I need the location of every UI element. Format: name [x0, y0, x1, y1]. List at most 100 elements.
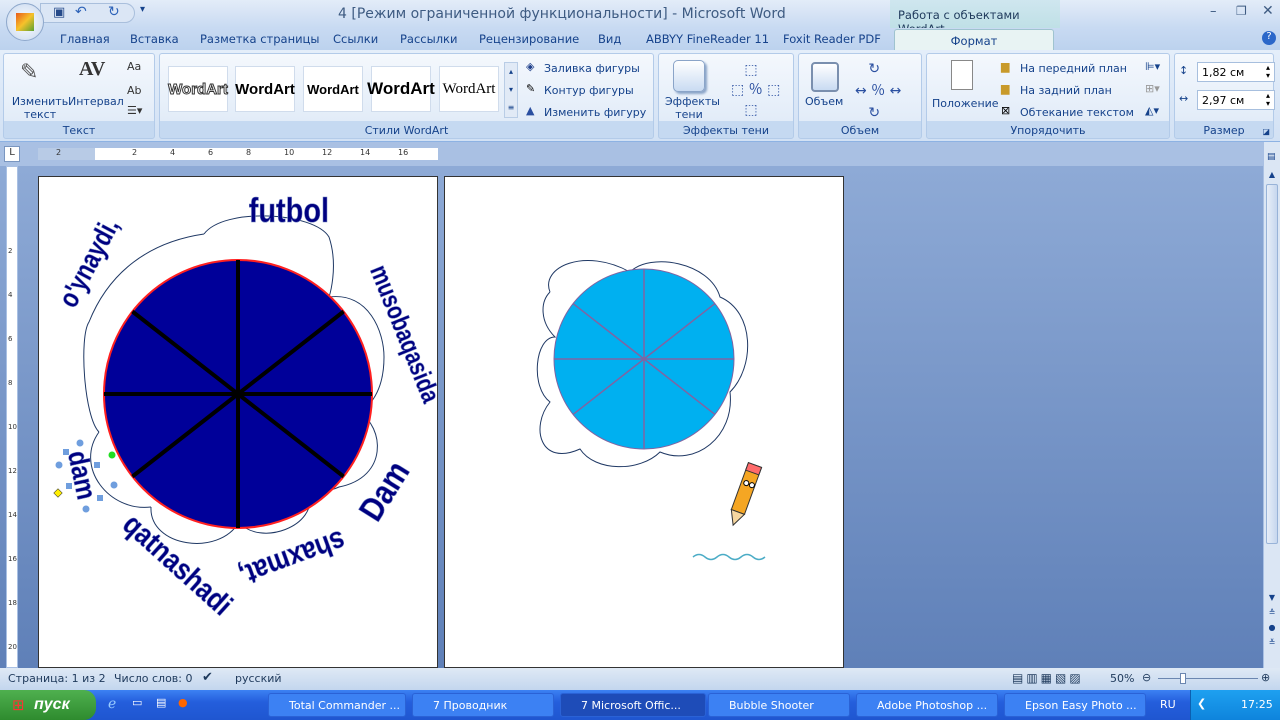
customize-icon[interactable]: ▾: [140, 4, 145, 15]
save-icon[interactable]: ▣: [53, 5, 65, 20]
zoom-slider[interactable]: [1158, 678, 1258, 679]
undo-icon[interactable]: ↶: [75, 4, 87, 20]
zoom-slider-thumb[interactable]: [1180, 673, 1186, 684]
group-icon[interactable]: ⊞▾: [1145, 82, 1160, 95]
proofing-icon[interactable]: ✔: [202, 670, 213, 685]
position-button[interactable]: Положение: [932, 97, 999, 110]
context-tab-group: Работа с объектами WordArt: [890, 0, 1060, 36]
width-input[interactable]: 2,97 см ▴ ▾: [1197, 90, 1275, 110]
tab-format[interactable]: Формат: [894, 29, 1054, 51]
wordart-style-5[interactable]: WordArt: [439, 66, 499, 112]
minimize-button[interactable]: –: [1210, 4, 1217, 19]
tab-review[interactable]: Рецензирование: [479, 32, 579, 46]
scroll-thumb[interactable]: [1266, 184, 1278, 544]
ruler-tick: 6: [8, 335, 13, 343]
taskbar-item-bubble-shooter[interactable]: Bubble Shooter: [708, 693, 850, 717]
rotate-icon[interactable]: ◭▾: [1145, 104, 1159, 117]
taskbar-item-explorer[interactable]: 7 Проводник: [412, 693, 554, 717]
ruler-view-icon[interactable]: ▤: [1267, 152, 1278, 163]
vertical-text-icon[interactable]: Ab: [127, 84, 142, 97]
clock[interactable]: 17:25: [1241, 698, 1273, 711]
group-size: ↕ 1,82 см ▴ ▾ ↔ 2,97 см ▴ ▾ Размер ◪: [1174, 53, 1275, 139]
wordart-dam-left[interactable]: dam: [61, 447, 104, 503]
edit-text-button[interactable]: Изменить текст: [10, 95, 70, 121]
app-icon[interactable]: ▤: [156, 696, 166, 709]
tab-page-layout[interactable]: Разметка страницы: [200, 32, 319, 46]
shape-fill-button[interactable]: Заливка фигуры: [544, 62, 640, 75]
taskbar-item-photoshop[interactable]: Adobe Photoshop ...: [856, 693, 998, 717]
shape-outline-button[interactable]: Контур фигуры: [544, 84, 634, 97]
send-back-icon: ▆: [1001, 82, 1010, 95]
pencil-clipart[interactable]: [727, 461, 763, 528]
page-2-drawing: [536, 260, 766, 561]
wordart-shaxmat[interactable]: shaxmat,: [235, 524, 351, 594]
text-wrapping-button[interactable]: Обтекание текстом: [1020, 106, 1134, 119]
nudge-shadow-icons[interactable]: ⬚ ⬚ ％ ⬚ ⬚: [731, 60, 780, 120]
office-button[interactable]: [6, 3, 44, 41]
browse-buttons[interactable]: ▼ ≙ ● ≚: [1266, 590, 1278, 650]
ribbon: ✎ Изменить текст AV Интервал Aa Ab ☰▾ Те…: [0, 50, 1280, 142]
view-buttons[interactable]: ▤▥▦▧▨: [1012, 671, 1084, 685]
tab-abbyy[interactable]: ABBYY FineReader 11: [646, 32, 769, 46]
maximize-button[interactable]: ❐: [1236, 4, 1247, 18]
wordart-style-1[interactable]: WordArt: [168, 66, 228, 112]
height-icon: ↕: [1179, 64, 1189, 77]
wordart-style-3[interactable]: WordArt: [303, 66, 363, 112]
word-count[interactable]: Число слов: 0: [114, 672, 193, 685]
zoom-out-button[interactable]: ⊖: [1142, 671, 1151, 684]
tab-home[interactable]: Главная: [60, 32, 110, 46]
align-icon[interactable]: ☰▾: [127, 104, 142, 117]
page-count[interactable]: Страница: 1 из 2: [8, 672, 106, 685]
vertical-scrollbar[interactable]: ▤ ▲ ▼ ≙ ● ≚: [1263, 142, 1280, 668]
app-icon[interactable]: ●: [178, 696, 188, 709]
ruler-toggle-button[interactable]: L: [4, 146, 20, 162]
shadow-effects-button[interactable]: Эффекты тени: [665, 95, 720, 121]
desktop-icon[interactable]: ▭: [132, 696, 142, 709]
language-indicator[interactable]: RU: [1160, 698, 1176, 711]
page-1[interactable]: futbol o'ynaydi, musobaqasida Dam shaxma…: [38, 176, 446, 668]
tilt-icons[interactable]: ↻ ↔ ％ ↔ ↻: [855, 58, 901, 124]
ruler-tick: 12: [8, 467, 17, 475]
tab-insert[interactable]: Вставка: [130, 32, 179, 46]
send-to-back-button[interactable]: На задний план: [1020, 84, 1112, 97]
taskbar-item-word[interactable]: 7 Microsoft Offic...: [560, 693, 706, 717]
tab-mailings[interactable]: Рассылки: [400, 32, 457, 46]
change-shape-button[interactable]: Изменить фигуру: [544, 106, 646, 119]
tab-view[interactable]: Вид: [598, 32, 621, 46]
wordart-style-2[interactable]: WordArt: [235, 66, 295, 112]
even-height-icon[interactable]: Aa: [127, 60, 141, 73]
ruler-tick: 8: [246, 148, 252, 157]
gallery-scroll[interactable]: ▴ ▾ ≡: [504, 62, 518, 118]
language[interactable]: русский: [235, 672, 282, 685]
volume-button[interactable]: Объем: [805, 95, 843, 108]
wordart-oynaydi[interactable]: o'ynaydi,: [53, 213, 126, 313]
ie-icon[interactable]: ℯ: [108, 696, 116, 712]
tab-foxit[interactable]: Foxit Reader PDF: [783, 32, 881, 46]
help-icon[interactable]: ?: [1262, 31, 1276, 45]
horizontal-ruler[interactable]: L 2 2 4 6 8 10 12 14 16: [0, 142, 1263, 166]
bring-to-front-button[interactable]: На передний план: [1020, 62, 1127, 75]
close-button[interactable]: ✕: [1262, 3, 1274, 19]
zoom-level[interactable]: 50%: [1110, 672, 1134, 685]
height-input[interactable]: 1,82 см ▴ ▾: [1197, 62, 1275, 82]
wordart-futbol[interactable]: futbol: [249, 190, 330, 230]
tray-expand-icon[interactable]: ❮: [1197, 697, 1206, 710]
redo-icon[interactable]: ↻: [108, 4, 120, 20]
width-value: 2,97 см: [1202, 94, 1245, 107]
ruler-tick: 18: [8, 599, 17, 607]
ruler-tick: 12: [322, 148, 333, 157]
system-tray: 17:25 ❮: [1190, 690, 1280, 720]
taskbar-item-epson[interactable]: Epson Easy Photo ...: [1004, 693, 1146, 717]
tab-references[interactable]: Ссылки: [333, 32, 378, 46]
ruler-tick: 8: [8, 379, 13, 387]
align-icon[interactable]: ⊫▾: [1145, 60, 1160, 73]
spacing-button[interactable]: Интервал: [68, 95, 124, 108]
dialog-launcher-icon[interactable]: ◪: [1262, 127, 1270, 136]
wordart-style-4[interactable]: WordArt: [367, 66, 435, 112]
page-2[interactable]: [444, 176, 844, 668]
taskbar-item-total-commander[interactable]: Total Commander ...: [268, 693, 406, 717]
wordart-musobaqasida[interactable]: musobaqasida: [364, 261, 446, 408]
zoom-in-button[interactable]: ⊕: [1261, 671, 1270, 684]
scroll-up-button[interactable]: ▲: [1266, 170, 1278, 180]
wordart-dam-right[interactable]: Dam: [351, 454, 418, 528]
